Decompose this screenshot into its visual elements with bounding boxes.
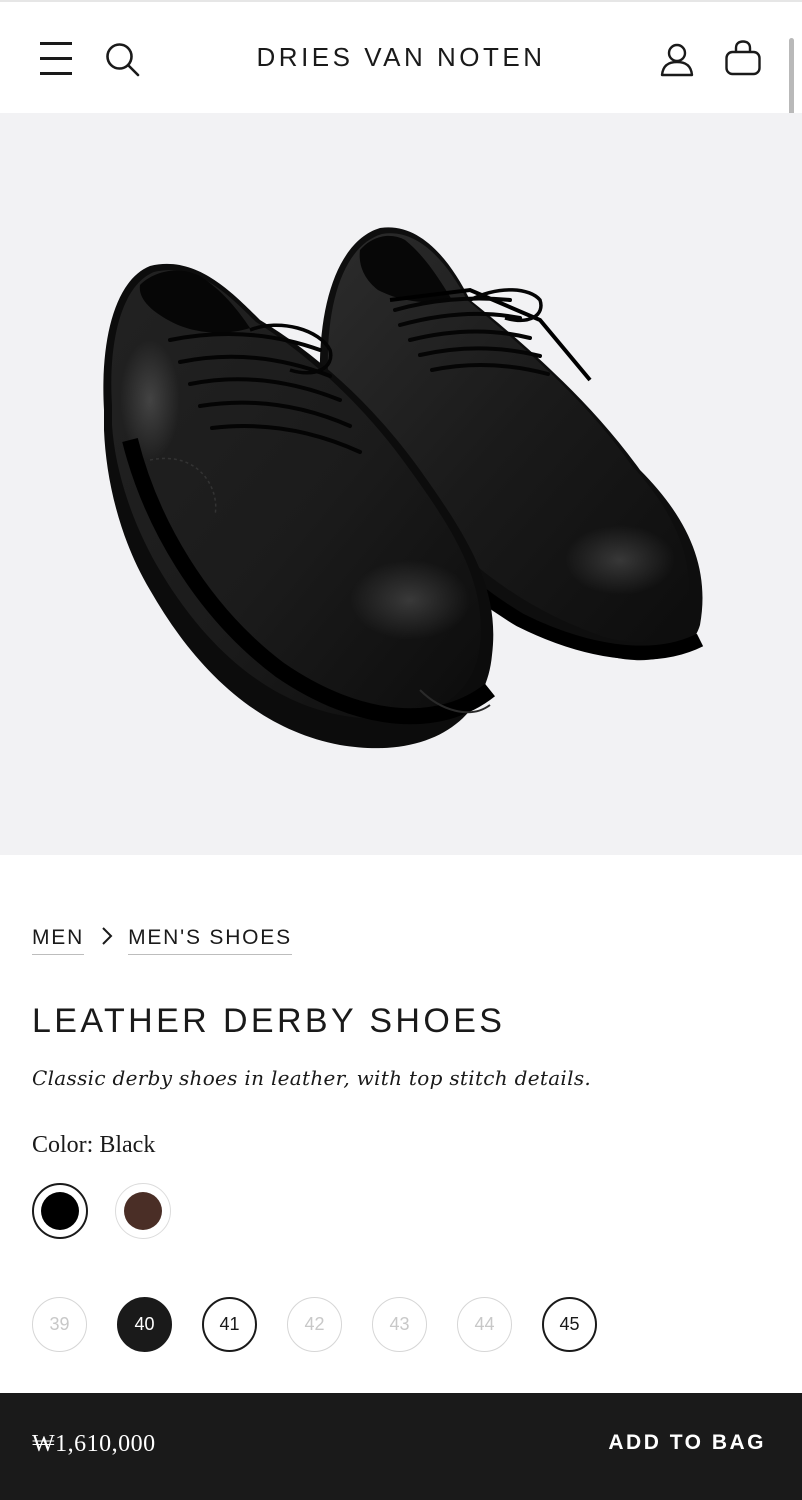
breadcrumb: MEN MEN'S SHOES [32,926,292,955]
swatch-fill [124,1192,162,1230]
shopping-bag-icon[interactable] [722,38,764,80]
size-option-42[interactable]: 42 [287,1297,342,1352]
breadcrumb-men[interactable]: MEN [32,926,85,955]
site-header: DRIES VAN NOTEN [0,2,802,113]
brand-logo[interactable]: DRIES VAN NOTEN [257,42,546,72]
purchase-bar: ₩1,610,000 ADD TO BAG [0,1393,802,1500]
size-option-45[interactable]: 45 [542,1297,597,1352]
menu-icon[interactable] [38,42,74,78]
size-option-39[interactable]: 39 [32,1297,87,1352]
product-image [103,227,704,749]
add-to-bag-button[interactable]: ADD TO BAG [608,1431,766,1455]
swatch-fill [41,1192,79,1230]
breadcrumb-mens-shoes[interactable]: MEN'S SHOES [128,926,292,955]
color-swatch-brown[interactable] [115,1183,171,1239]
size-option-44[interactable]: 44 [457,1297,512,1352]
size-selector: 39 40 41 42 43 44 45 [32,1297,597,1352]
chevron-right-icon [100,926,114,952]
product-description: Classic derby shoes in leather, with top… [32,1066,592,1090]
size-option-41[interactable]: 41 [202,1297,257,1352]
product-title: LEATHER DERBY SHOES [32,1002,506,1040]
color-swatch-black[interactable] [32,1183,88,1239]
product-image-gallery[interactable] [0,113,802,855]
size-option-40[interactable]: 40 [117,1297,172,1352]
product-price: ₩1,610,000 [32,1431,156,1457]
color-label: Color: Black [32,1132,156,1158]
search-icon[interactable] [103,40,143,80]
size-option-43[interactable]: 43 [372,1297,427,1352]
account-icon[interactable] [657,40,697,80]
